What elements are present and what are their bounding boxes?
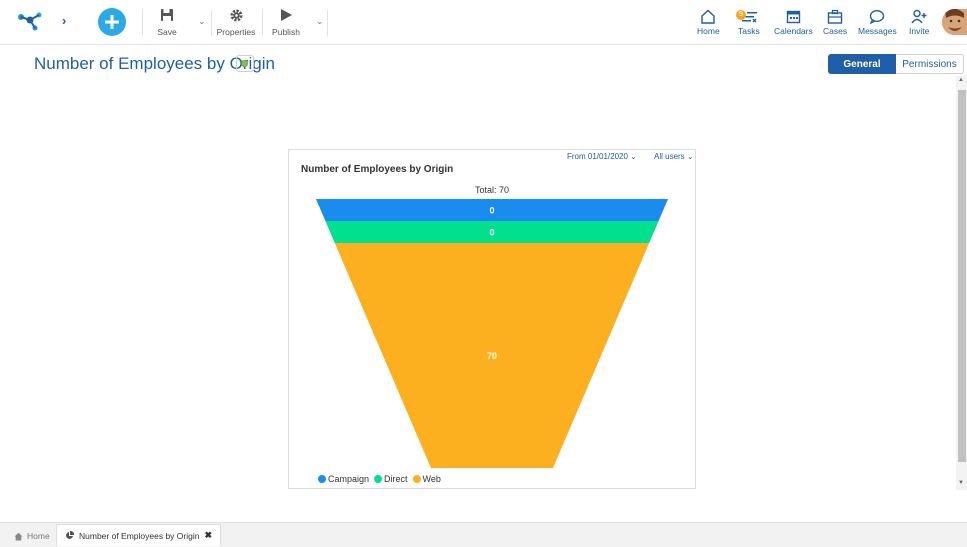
add-button[interactable] — [98, 8, 126, 36]
add-user-icon — [911, 9, 927, 24]
properties-label: Properties — [216, 27, 256, 37]
nav-tasks-label: Tasks — [738, 26, 760, 36]
save-options-chevron-icon[interactable]: ⌄ — [198, 16, 206, 27]
nav-cases-label: Cases — [823, 26, 848, 36]
floppy-disk-icon — [161, 9, 173, 21]
calendar-icon — [786, 10, 801, 24]
scroll-down-arrow-icon[interactable]: ▼ — [958, 480, 964, 486]
legend-item-direct[interactable]: Direct — [374, 474, 408, 484]
nav-messages-label: Messages — [858, 26, 897, 36]
plus-icon — [105, 15, 119, 29]
nav-invite[interactable]: Invite — [909, 9, 929, 36]
legend-label-campaign: Campaign — [328, 474, 370, 484]
legend-label-web: Web — [422, 474, 441, 484]
gear-icon — [230, 9, 242, 22]
chart-legend: Campaign Direct Web — [318, 474, 441, 484]
date-filter-dropdown[interactable]: From 01/01/2020 ⌄ — [567, 152, 637, 161]
nav-cases[interactable]: Cases — [823, 9, 847, 36]
tab-general[interactable]: General — [828, 54, 896, 74]
scroll-up-arrow-icon[interactable]: ▲ — [958, 77, 964, 83]
users-filter-dropdown[interactable]: All users ⌄ — [654, 152, 694, 161]
bottom-tab-active-label: Number of Employees by Origin — [79, 530, 200, 541]
play-icon — [281, 9, 292, 21]
pie-chart-icon — [66, 531, 74, 539]
toolbar: › Save ⌄ Properties Publish ⌄ Home Tasks… — [0, 0, 967, 45]
bottom-tab-home[interactable]: Home — [14, 531, 50, 541]
home-icon — [14, 532, 23, 540]
tasks-count-badge: 9 — [736, 10, 746, 20]
nav-invite-label: Invite — [909, 26, 930, 36]
briefcase-icon — [827, 9, 843, 24]
bottom-tab-home-label: Home — [27, 531, 50, 541]
tab-permissions[interactable]: Permissions — [896, 54, 964, 74]
legend-label-direct: Direct — [384, 474, 408, 484]
publish-button[interactable]: Publish — [270, 8, 302, 37]
nav-calendars-label: Calendars — [774, 26, 813, 36]
nav-home-label: Home — [697, 26, 720, 36]
chart-total-label: Total: 70 — [474, 185, 510, 195]
publish-label: Publish — [272, 27, 300, 37]
user-avatar-icon — [942, 9, 967, 35]
home-icon — [701, 9, 716, 24]
chart-widget — [288, 149, 696, 489]
legend-item-web[interactable]: Web — [412, 474, 441, 484]
nav-home[interactable]: Home — [697, 9, 720, 36]
expand-chevron-icon[interactable]: › — [62, 13, 66, 28]
nav-messages[interactable]: Messages — [858, 9, 897, 36]
nav-calendars[interactable]: Calendars — [774, 9, 813, 36]
bottom-tab-active[interactable]: Number of Employees by Origin ✖ — [56, 524, 222, 546]
legend-item-campaign[interactable]: Campaign — [318, 474, 369, 484]
legend-dot-direct — [374, 475, 383, 483]
avatar[interactable] — [942, 9, 967, 35]
save-label: Save — [157, 27, 177, 37]
chart-title: Number of Employees by Origin — [301, 164, 454, 175]
save-button[interactable]: Save — [155, 8, 179, 37]
status-dot-icon — [241, 60, 248, 67]
publish-options-chevron-icon[interactable]: ⌄ — [316, 16, 324, 27]
legend-dot-campaign — [318, 475, 326, 483]
properties-button[interactable]: Properties — [215, 8, 257, 37]
chat-bubble-icon — [870, 9, 885, 24]
app-logo-icon[interactable] — [17, 11, 43, 36]
legend-dot-web — [412, 475, 421, 483]
scrollbar-thumb[interactable] — [958, 90, 966, 462]
close-tab-icon[interactable]: ✖ — [204, 530, 212, 541]
